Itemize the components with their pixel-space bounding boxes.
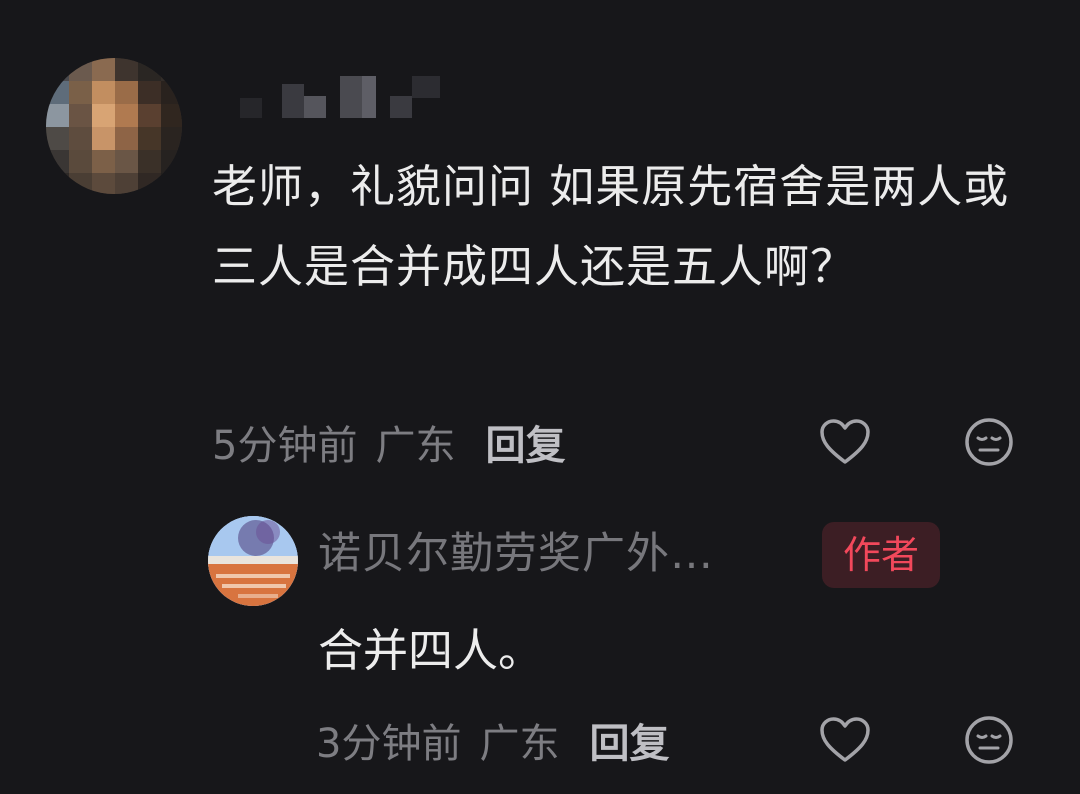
meh-face-icon: [965, 716, 1013, 764]
heart-icon: [820, 419, 870, 464]
comment-text: 老师，礼貌问问 如果原先宿舍是两人或三人是合并成四人还是五人啊？: [212, 160, 1010, 293]
reply-button[interactable]: 回复: [485, 413, 565, 471]
reply-location: 广东: [479, 721, 560, 767]
comment-section: 老师，礼貌问问 如果原先宿舍是两人或三人是合并成四人还是五人啊？ 5分钟前 广东…: [0, 0, 1080, 794]
reply-like-button[interactable]: [817, 712, 873, 768]
reply-dislike-button[interactable]: [961, 712, 1017, 768]
reply-time: 3分钟前: [316, 721, 462, 767]
reply-reply-button[interactable]: 回复: [589, 711, 669, 769]
comment-meta: 5分钟前 广东 回复: [212, 412, 565, 472]
heart-icon: [820, 717, 870, 762]
reply-text: 合并四人。: [318, 624, 544, 677]
like-button[interactable]: [817, 414, 873, 470]
dislike-button[interactable]: [961, 414, 1017, 470]
comment-time: 5分钟前: [212, 423, 358, 469]
reply-username[interactable]: 诺贝尔勤劳奖广外…: [318, 524, 714, 584]
comment-location: 广东: [375, 423, 456, 469]
meh-face-icon: [965, 418, 1013, 466]
commenter-avatar[interactable]: [46, 58, 182, 194]
reply-meta: 3分钟前 广东 回复: [316, 710, 669, 770]
reply-avatar-image: [208, 516, 298, 606]
commenter-username-blurred[interactable]: [240, 76, 450, 120]
author-badge: 作者: [822, 522, 940, 588]
reply-avatar[interactable]: [208, 516, 298, 606]
